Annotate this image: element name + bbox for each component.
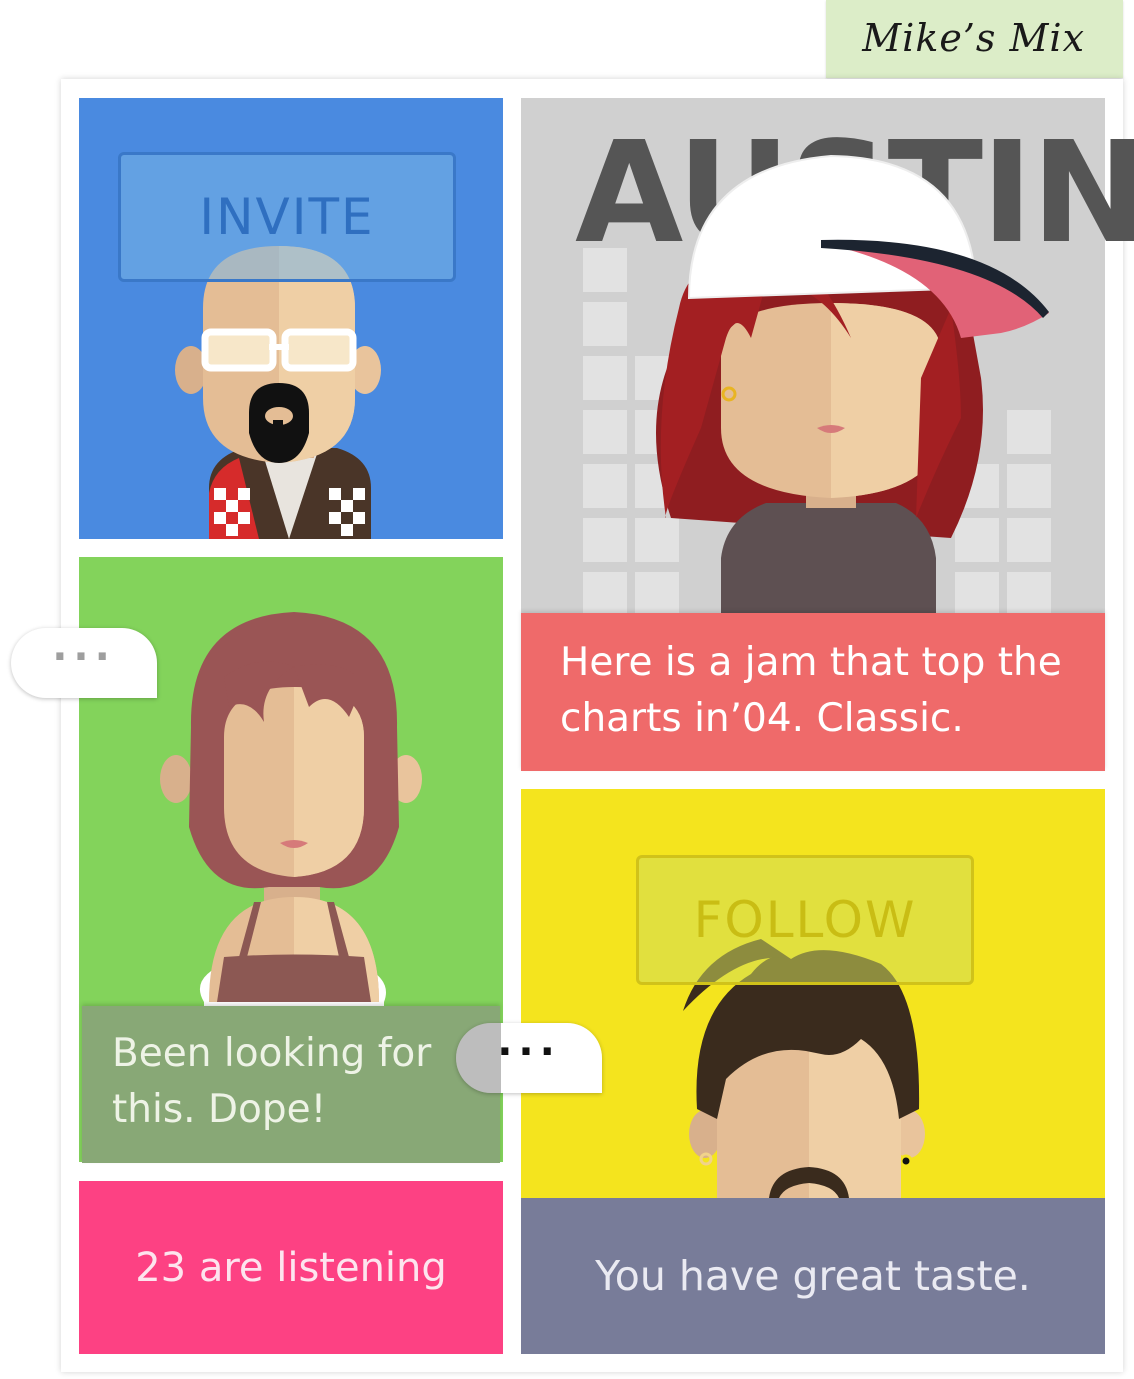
typing-dots: ··· <box>52 634 116 680</box>
listener-message-text: Been looking for this. Dope! <box>112 1031 432 1132</box>
listener-message: Been looking for this. Dope! <box>82 1006 500 1163</box>
featured-message-text: Here is a jam that top the charts in’04.… <box>560 640 1062 741</box>
playlist-title-tab: Mike’s Mix <box>826 0 1123 78</box>
typing-dots: ··· <box>497 1029 561 1075</box>
avatar-mustache-man <box>683 939 925 1198</box>
featured-message: Here is a jam that top the charts in’04.… <box>521 613 1105 771</box>
typing-indicator-center: ··· <box>456 1023 602 1093</box>
follow-tile <box>521 789 1105 1198</box>
typing-indicator-left: ··· <box>11 628 157 698</box>
playlist-title: Mike’s Mix <box>862 16 1085 60</box>
invite-button[interactable]: INVITE <box>118 152 456 282</box>
listener-count[interactable]: 23 are listening <box>79 1181 503 1354</box>
compliment-message: You have great taste. <box>521 1198 1105 1354</box>
avatar-girl-with-cap <box>656 154 1049 613</box>
follow-button[interactable]: FOLLOW <box>636 855 974 985</box>
